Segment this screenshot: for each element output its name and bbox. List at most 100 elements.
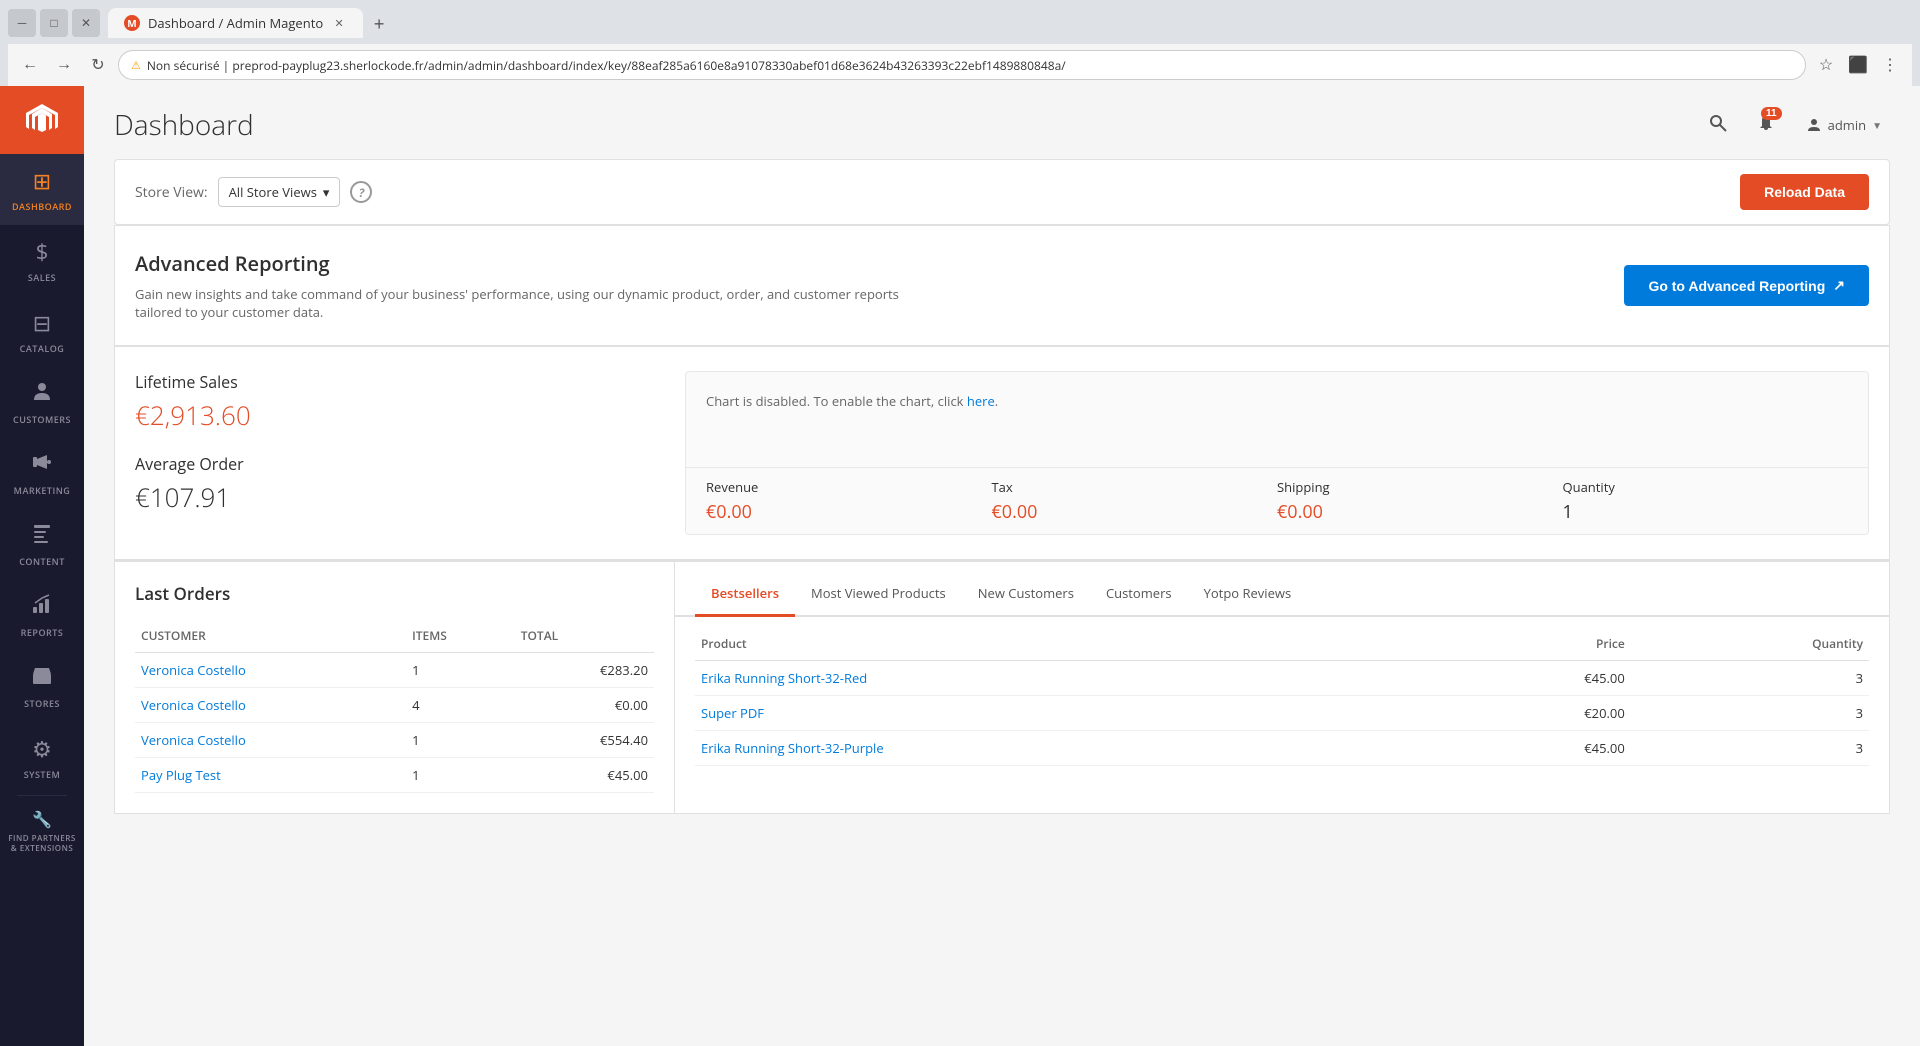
tabs-header: Bestsellers Most Viewed Products New Cus… (675, 572, 1889, 617)
customer-link[interactable]: Veronica Costello (141, 696, 246, 714)
stats-section: Lifetime Sales €2,913.60 Average Order €… (114, 346, 1890, 560)
sidebar-item-customers[interactable]: CUSTOMERS (0, 367, 84, 438)
product-link[interactable]: Erika Running Short-32-Purple (701, 739, 884, 757)
close-window-button[interactable]: ✕ (72, 9, 100, 37)
dashboard-icon: ⊞ (33, 166, 51, 196)
sidebar-label-marketing: MARKETING (14, 484, 71, 497)
window-controls[interactable]: ─ □ ✕ (8, 9, 100, 37)
user-menu[interactable]: admin ▼ (1798, 112, 1890, 138)
metric-tax: Tax €0.00 (992, 478, 1278, 524)
sidebar-label-reports: REPORTS (21, 626, 64, 639)
order-customer: Veronica Costello (135, 688, 406, 723)
sidebar-item-catalog[interactable]: ⊟ CATALOG (0, 296, 84, 367)
product-price: €45.00 (1432, 661, 1631, 696)
list-item: Erika Running Short-32-Purple €45.00 3 (695, 731, 1869, 766)
sidebar-item-dashboard[interactable]: ⊞ DASHBOARD (0, 154, 84, 225)
tab-customers[interactable]: Customers (1090, 572, 1188, 617)
tab-new-customers[interactable]: New Customers (962, 572, 1090, 617)
product-link[interactable]: Super PDF (701, 704, 764, 722)
sidebar: ⊞ DASHBOARD $ SALES ⊟ CATALOG CUSTOMERS (0, 86, 84, 1046)
product-quantity: 3 (1631, 661, 1869, 696)
minimize-button[interactable]: ─ (8, 9, 36, 37)
col-price: Price (1432, 627, 1631, 661)
content-icon (31, 521, 53, 551)
table-row: Veronica Costello 4 €0.00 (135, 688, 654, 723)
help-button[interactable]: ? (350, 181, 372, 203)
last-orders-table: Customer Items Total Veronica Costello 1… (135, 619, 654, 793)
tab-close-button[interactable]: ✕ (331, 15, 347, 31)
chart-disabled-message: Chart is disabled. To enable the chart, … (686, 372, 1868, 430)
advanced-reporting-section: Advanced Reporting Gain new insights and… (114, 226, 1890, 345)
sidebar-label-content: CONTENT (19, 555, 65, 568)
sidebar-item-sales[interactable]: $ SALES (0, 225, 84, 296)
customer-link[interactable]: Veronica Costello (141, 661, 246, 679)
tab-content-bestsellers: Product Price Quantity Erika Running Sho… (675, 617, 1889, 776)
sales-icon: $ (36, 237, 49, 267)
reload-data-button[interactable]: Reload Data (1740, 174, 1869, 210)
list-item: Super PDF €20.00 3 (695, 696, 1869, 731)
store-view-dropdown[interactable]: All Store Views ▾ (218, 177, 341, 207)
forward-button[interactable]: → (50, 51, 78, 79)
notifications-button[interactable]: 11 (1750, 107, 1782, 144)
tabs-panel: Bestsellers Most Viewed Products New Cus… (675, 562, 1889, 813)
order-total: €283.20 (515, 653, 654, 688)
header-actions: 11 admin ▼ (1702, 107, 1890, 144)
col-customer: Customer (135, 619, 406, 653)
security-icon: ⚠ (131, 58, 141, 73)
product-name: Erika Running Short-32-Red (695, 661, 1432, 696)
table-row: Veronica Costello 1 €283.20 (135, 653, 654, 688)
customer-link[interactable]: Veronica Costello (141, 731, 246, 749)
url-text: Non sécurisé | preprod-payplug23.sherloc… (147, 57, 1066, 74)
advanced-reporting-button-label: Go to Advanced Reporting (1648, 278, 1825, 294)
sidebar-item-marketing[interactable]: MARKETING (0, 438, 84, 509)
metric-shipping: Shipping €0.00 (1277, 478, 1563, 524)
sidebar-item-content[interactable]: CONTENT (0, 509, 84, 580)
search-button[interactable] (1702, 107, 1734, 144)
extensions-button[interactable]: ⬛ (1844, 51, 1872, 79)
product-link[interactable]: Erika Running Short-32-Red (701, 669, 867, 687)
chart-enable-link[interactable]: here (967, 392, 995, 410)
sidebar-item-extensions[interactable]: 🔧 FIND PARTNERS & EXTENSIONS (0, 798, 84, 863)
advanced-reporting-title: Advanced Reporting (135, 250, 935, 277)
tab-bestsellers[interactable]: Bestsellers (695, 572, 795, 617)
user-name: admin (1828, 116, 1866, 134)
sidebar-label-system: SYSTEM (24, 768, 61, 781)
chart-area: Chart is disabled. To enable the chart, … (685, 371, 1869, 535)
stats-left: Lifetime Sales €2,913.60 Average Order €… (135, 371, 655, 535)
go-to-advanced-reporting-button[interactable]: Go to Advanced Reporting ↗ (1624, 265, 1869, 306)
browser-toolbar: ← → ↻ ⚠ Non sécurisé | preprod-payplug23… (8, 44, 1912, 86)
main-content: Dashboard 11 (84, 86, 1920, 1046)
address-bar[interactable]: ⚠ Non sécurisé | preprod-payplug23.sherl… (118, 50, 1806, 80)
sidebar-item-system[interactable]: ⚙ SYSTEM (0, 722, 84, 793)
customer-link[interactable]: Pay Plug Test (141, 766, 221, 784)
average-order-block: Average Order €107.91 (135, 453, 655, 515)
tax-label: Tax (992, 478, 1278, 496)
browser-titlebar: ─ □ ✕ M Dashboard / Admin Magento ✕ + (8, 8, 1912, 38)
maximize-button[interactable]: □ (40, 9, 68, 37)
external-link-icon: ↗ (1833, 277, 1845, 294)
sidebar-logo (0, 86, 84, 154)
store-view-bar: Store View: All Store Views ▾ ? Reload D… (114, 159, 1890, 225)
browser-tab-active[interactable]: M Dashboard / Admin Magento ✕ (108, 8, 363, 38)
bookmark-button[interactable]: ☆ (1812, 51, 1840, 79)
revenue-value: €0.00 (706, 500, 992, 524)
tab-most-viewed-products[interactable]: Most Viewed Products (795, 572, 962, 617)
page-title: Dashboard (114, 106, 254, 144)
order-items: 1 (406, 723, 515, 758)
order-items: 4 (406, 688, 515, 723)
shipping-label: Shipping (1277, 478, 1563, 496)
orders-section: Last Orders Customer Items Total Veronic… (114, 561, 1890, 814)
sidebar-item-stores[interactable]: STORES (0, 651, 84, 722)
metric-revenue: Revenue €0.00 (706, 478, 992, 524)
tab-bar: M Dashboard / Admin Magento ✕ + (108, 8, 393, 38)
tab-yotpo-reviews[interactable]: Yotpo Reviews (1188, 572, 1308, 617)
tax-value: €0.00 (992, 500, 1278, 524)
refresh-button[interactable]: ↻ (84, 51, 112, 79)
store-view-label: Store View: (135, 183, 208, 202)
quantity-value: 1 (1563, 500, 1849, 524)
revenue-label: Revenue (706, 478, 992, 496)
back-button[interactable]: ← (16, 51, 44, 79)
sidebar-item-reports[interactable]: REPORTS (0, 580, 84, 651)
new-tab-button[interactable]: + (365, 10, 393, 38)
menu-button[interactable]: ⋮ (1876, 51, 1904, 79)
